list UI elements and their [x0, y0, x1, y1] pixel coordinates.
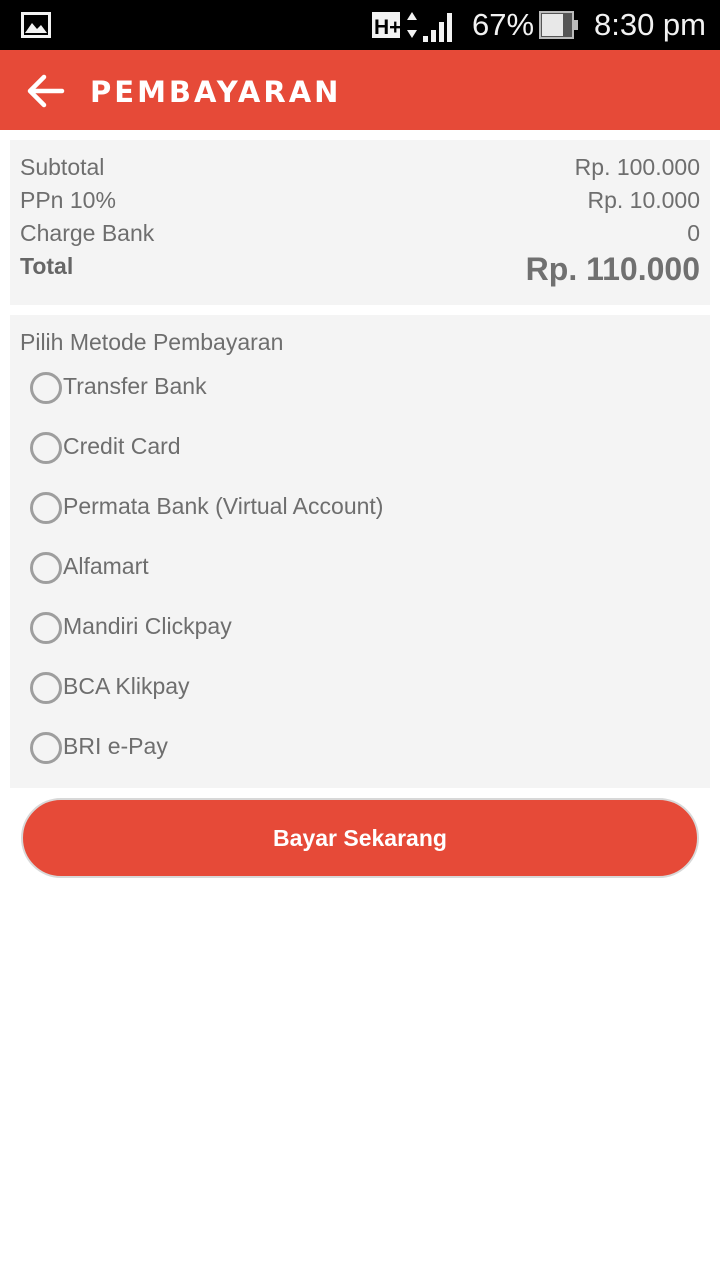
payment-option-label: BCA Klikpay: [63, 673, 190, 699]
payment-methods-title: Pilih Metode Pembayaran: [20, 329, 284, 355]
radio-button[interactable]: [30, 672, 62, 704]
summary-value: Rp. 10.000: [587, 187, 700, 213]
payment-summary: Subtotal Rp. 100.000 PPn 10% Rp. 10.000 …: [10, 140, 710, 305]
summary-row-subtotal: Subtotal Rp. 100.000: [20, 154, 700, 184]
total-label: Total: [20, 253, 74, 279]
radio-button[interactable]: [30, 492, 62, 524]
clock: 8:30 pm: [593, 7, 706, 42]
payment-option-label: Alfamart: [63, 553, 149, 579]
status-bar: H+ 67% 8:30 pm: [0, 0, 720, 50]
page-title: PEMBAYARAN: [90, 75, 342, 109]
summary-row-charge-bank: Charge Bank 0: [20, 220, 700, 250]
total-value: Rp. 110.000: [525, 251, 700, 287]
pay-now-button[interactable]: Bayar Sekarang: [21, 798, 699, 878]
back-button[interactable]: [22, 68, 68, 114]
payment-option-mandiri-clickpay[interactable]: Mandiri Clickpay: [30, 611, 690, 661]
payment-option-credit-card[interactable]: Credit Card: [30, 431, 690, 481]
payment-option-alfamart[interactable]: Alfamart: [30, 551, 690, 601]
radio-button[interactable]: [30, 372, 62, 404]
payment-option-label: BRI e-Pay: [63, 733, 168, 759]
gallery-icon: [21, 12, 51, 38]
summary-value: Rp. 100.000: [574, 154, 700, 180]
radio-button[interactable]: [30, 432, 62, 464]
payment-methods: Pilih Metode Pembayaran Transfer Bank Cr…: [10, 315, 710, 788]
summary-label: Charge Bank: [20, 220, 155, 246]
summary-label: Subtotal: [20, 154, 105, 180]
battery-icon: [539, 11, 578, 39]
summary-row-tax: PPn 10% Rp. 10.000: [20, 187, 700, 217]
radio-button[interactable]: [30, 552, 62, 584]
network-label: H+: [374, 16, 401, 39]
app-bar: PEMBAYARAN: [0, 50, 720, 130]
payment-option-transfer-bank[interactable]: Transfer Bank: [30, 371, 690, 421]
summary-value: 0: [687, 220, 700, 246]
arrow-left-icon: [27, 74, 65, 108]
summary-row-total: Total Rp. 110.000: [20, 251, 700, 298]
payment-option-label: Mandiri Clickpay: [63, 613, 232, 639]
radio-button[interactable]: [30, 732, 62, 764]
signal-icon: H+: [372, 12, 452, 42]
payment-option-permata-bank[interactable]: Permata Bank (Virtual Account): [30, 491, 690, 541]
summary-label: PPn 10%: [20, 187, 116, 213]
radio-button[interactable]: [30, 612, 62, 644]
payment-option-label: Credit Card: [63, 433, 181, 459]
payment-option-bri-epay[interactable]: BRI e-Pay: [30, 731, 690, 781]
payment-option-label: Permata Bank (Virtual Account): [63, 493, 384, 519]
payment-option-label: Transfer Bank: [63, 373, 207, 399]
battery-percentage: 67%: [472, 7, 535, 42]
payment-option-bca-klikpay[interactable]: BCA Klikpay: [30, 671, 690, 721]
